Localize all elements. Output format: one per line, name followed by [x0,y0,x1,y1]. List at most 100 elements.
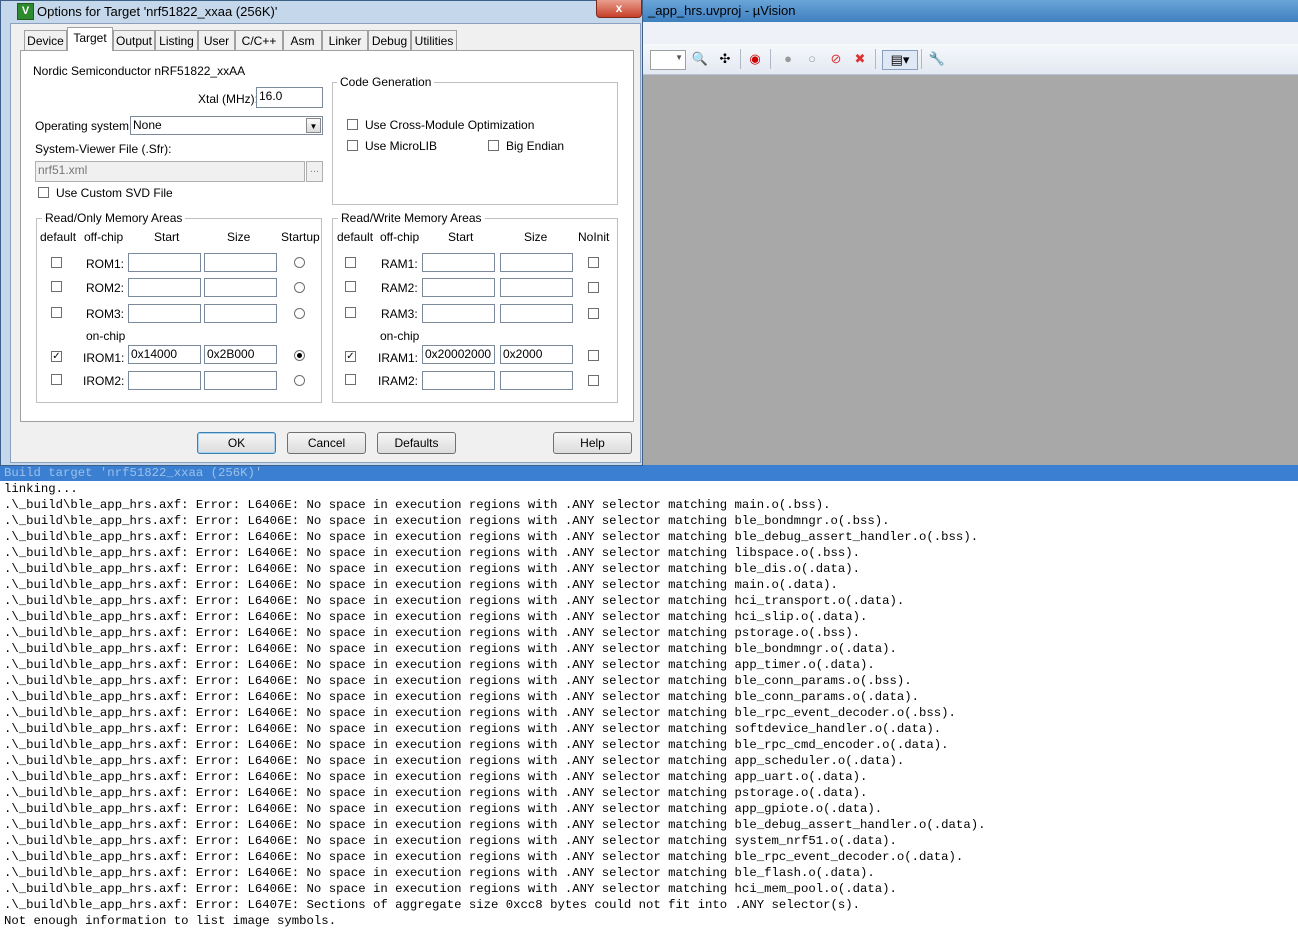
big-endian-label: Big Endian [506,139,565,153]
wrench-icon[interactable]: 🔧 [928,50,946,68]
tab-debug[interactable]: Debug [368,30,411,50]
tab-listing[interactable]: Listing [155,30,198,50]
ram2-noinit-checkbox[interactable] [588,282,599,293]
cancel-button[interactable]: Cancel [287,432,366,454]
rom1-startup-radio[interactable] [294,257,305,268]
build-output-line: .\_build\ble_app_hrs.axf: Error: L6406E:… [4,690,920,704]
irom1-start-input[interactable]: 0x14000 [128,345,201,364]
iram2-noinit-checkbox[interactable] [588,375,599,386]
rom3-default-checkbox[interactable] [51,307,62,318]
rom1-label: ROM1: [86,257,125,271]
iram1-noinit-checkbox[interactable] [588,350,599,361]
irom1-size-input[interactable]: 0x2B000 [204,345,277,364]
ram1-noinit-checkbox[interactable] [588,257,599,268]
ram3-default-checkbox[interactable] [345,307,356,318]
iram2-size-input[interactable] [500,371,573,390]
irom2-startup-radio[interactable] [294,375,305,386]
tab-utilities[interactable]: Utilities [411,30,457,50]
tab-device[interactable]: Device [24,30,67,50]
iram1-default-checkbox[interactable]: ✓ [345,351,356,362]
build-output-line: .\_build\ble_app_hrs.axf: Error: L6406E:… [4,498,831,512]
configure-icon[interactable]: ✣ [716,50,734,68]
chevron-down-icon[interactable]: ▼ [306,118,321,133]
help-button[interactable]: Help [553,432,632,454]
ram-header-default: default [337,230,374,244]
ram1-size-input[interactable] [500,253,573,272]
ram3-size-input[interactable] [500,304,573,323]
iram2-default-checkbox[interactable] [345,374,356,385]
irom2-start-input[interactable] [128,371,201,390]
cross-module-label: Use Cross-Module Optimization [365,118,535,132]
ram3-start-input[interactable] [422,304,495,323]
build-output-line: .\_build\ble_app_hrs.axf: Error: L6406E:… [4,738,949,752]
rom2-label: ROM2: [86,281,125,295]
microlib-label: Use MicroLIB [365,139,438,153]
debug-session-icon[interactable]: ◉ [746,50,764,68]
iram2-start-input[interactable] [422,371,495,390]
rom2-size-input[interactable] [204,278,277,297]
ok-button[interactable]: OK [197,432,276,454]
defaults-button[interactable]: Defaults [377,432,456,454]
tab-user[interactable]: User [198,30,235,50]
irom2-size-input[interactable] [204,371,277,390]
iram1-size-input[interactable]: 0x2000 [500,345,573,364]
rom2-default-checkbox[interactable] [51,281,62,292]
ram2-default-checkbox[interactable] [345,281,356,292]
os-select[interactable]: None [130,116,323,135]
breakpoint-enable-icon[interactable]: ○ [803,50,821,68]
ram3-label: RAM3: [381,307,418,321]
tab-c-cpp[interactable]: C/C++ [235,30,283,50]
ram-areas-title: Read/Write Memory Areas [338,211,485,225]
ide-title-text: _app_hrs.uvproj - µVision [648,3,796,18]
iram1-start-input[interactable]: 0x20002000 [422,345,495,364]
microlib-checkbox[interactable] [347,140,358,151]
irom1-startup-radio[interactable] [294,350,305,361]
irom1-default-checkbox[interactable]: ✓ [51,351,62,362]
window-layout-icon[interactable]: ▤▾ [882,50,918,70]
big-endian-checkbox[interactable] [488,140,499,151]
build-output-line: .\_build\ble_app_hrs.axf: Error: L6406E:… [4,578,838,592]
rom1-size-input[interactable] [204,253,277,272]
ram3-noinit-checkbox[interactable] [588,308,599,319]
ram-header-offchip: off-chip [380,230,420,244]
ram1-start-input[interactable] [422,253,495,272]
rom1-default-checkbox[interactable] [51,257,62,268]
rom1-start-input[interactable] [128,253,201,272]
find-in-files-icon[interactable]: 🔍 [691,50,709,68]
build-output-line: .\_build\ble_app_hrs.axf: Error: L6406E:… [4,722,942,736]
tab-asm[interactable]: Asm [283,30,322,50]
rom3-size-input[interactable] [204,304,277,323]
rom-header-start: Start [154,230,180,244]
irom2-default-checkbox[interactable] [51,374,62,385]
tab-output[interactable]: Output [113,30,155,50]
iram2-label: IRAM2: [378,374,419,388]
xtal-input[interactable]: 16.0 [256,87,323,108]
breakpoint-disable-icon[interactable]: ⊘ [827,50,845,68]
build-output-line: .\_build\ble_app_hrs.axf: Error: L6406E:… [4,834,897,848]
rom3-startup-radio[interactable] [294,308,305,319]
editor-area [640,75,1298,467]
rom3-label: ROM3: [86,307,125,321]
rom3-start-input[interactable] [128,304,201,323]
cross-module-checkbox[interactable] [347,119,358,130]
rom2-startup-radio[interactable] [294,282,305,293]
ram2-size-input[interactable] [500,278,573,297]
device-name: Nordic Semiconductor nRF51822_xxAA [33,64,246,78]
dialog-title: Options for Target 'nrf51822_xxaa (256K)… [37,4,278,19]
breakpoint-kill-all-icon[interactable]: ✖ [851,50,869,68]
build-output-line: .\_build\ble_app_hrs.axf: Error: L6406E:… [4,802,883,816]
tab-linker[interactable]: Linker [322,30,368,50]
tab-target[interactable]: Target [67,27,113,51]
toolbar-combo[interactable] [650,50,686,70]
build-output-line: .\_build\ble_app_hrs.axf: Error: L6406E:… [4,514,890,528]
ram2-start-input[interactable] [422,278,495,297]
rom2-start-input[interactable] [128,278,201,297]
ram1-default-checkbox[interactable] [345,257,356,268]
breakpoint-insert-icon[interactable]: ● [779,50,797,68]
dialog-title-bar[interactable]: V Options for Target 'nrf51822_xxaa (256… [1,0,642,23]
rom-header-size: Size [227,230,251,244]
custom-svd-checkbox[interactable] [38,187,49,198]
close-button[interactable]: x [596,0,642,18]
svd-file-input: nrf51.xml [35,161,305,182]
build-output-line: .\_build\ble_app_hrs.axf: Error: L6406E:… [4,546,861,560]
